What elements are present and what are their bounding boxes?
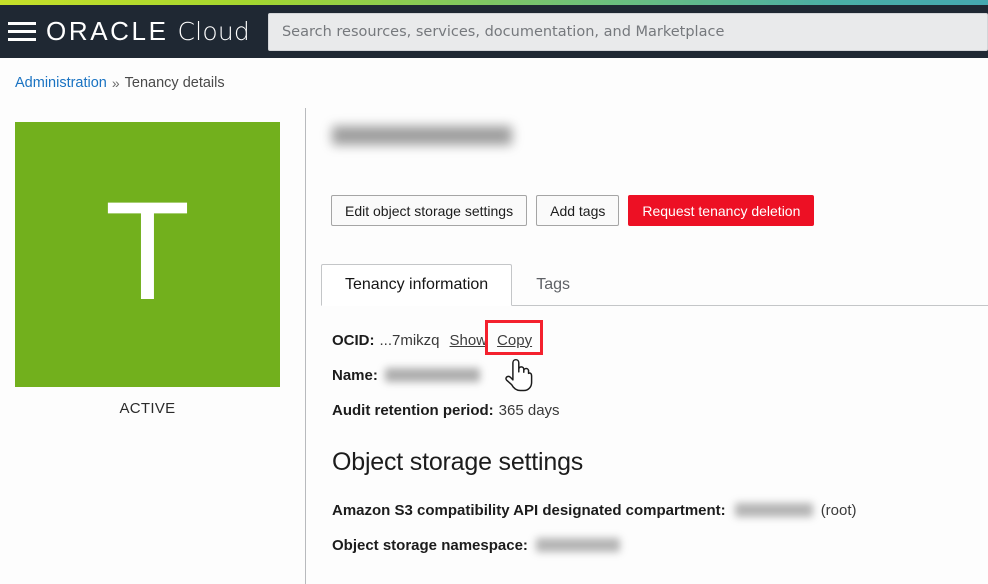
breadcrumb: Administration » Tenancy details [0, 58, 988, 108]
object-storage-namespace-row: Object storage namespace: [332, 535, 982, 555]
action-button-row: Edit object storage settings Add tags Re… [331, 195, 815, 226]
s3-compartment-label: Amazon S3 compatibility API designated c… [332, 501, 726, 519]
request-tenancy-deletion-button[interactable]: Request tenancy deletion [628, 195, 815, 226]
object-storage-settings-heading: Object storage settings [332, 448, 584, 476]
object-storage-namespace-redacted-value [535, 538, 620, 552]
audit-retention-label: Audit retention period: [332, 401, 494, 419]
breadcrumb-separator: » [111, 75, 120, 91]
edit-object-storage-settings-button[interactable]: Edit object storage settings [331, 195, 528, 226]
global-search-container [267, 12, 988, 51]
global-header: ORACLE Cloud [0, 5, 988, 58]
audit-retention-value: 365 days [498, 401, 560, 419]
ocid-row: OCID: ...7mikzq Show Copy [332, 319, 972, 355]
copy-ocid-link[interactable]: Copy [497, 332, 532, 349]
s3-compartment-root-suffix: (root) [820, 501, 857, 519]
s3-compartment-row: Amazon S3 compatibility API designated c… [332, 500, 982, 520]
object-storage-namespace-label: Object storage namespace: [332, 536, 528, 554]
tenancy-information-panel: OCID: ...7mikzq Show Copy Name: Audit re… [332, 319, 972, 435]
status-badge: ACTIVE [119, 400, 176, 417]
breadcrumb-current-tenancy-details: Tenancy details [124, 75, 225, 91]
brand-accent-strip [0, 0, 988, 5]
breadcrumb-link-administration[interactable]: Administration [15, 75, 107, 91]
tenancy-avatar: T [15, 122, 280, 387]
brand-oracle-text: ORACLE [46, 16, 169, 46]
tab-tenancy-information[interactable]: Tenancy information [321, 264, 513, 306]
copy-ocid-container: Copy [485, 319, 544, 355]
page-title-redacted-value [332, 126, 512, 145]
tenancy-summary-panel: T ACTIVE [0, 108, 306, 584]
s3-compartment-redacted-value [734, 503, 813, 517]
tab-tags[interactable]: Tags [512, 263, 594, 305]
page-title [332, 126, 532, 160]
audit-retention-row: Audit retention period: 365 days [332, 400, 972, 420]
tab-bar: Tenancy information Tags [321, 264, 988, 306]
oracle-cloud-tenancy-details-page: ORACLE Cloud Administration » Tenancy de… [0, 0, 988, 584]
object-storage-settings-rows: Amazon S3 compatibility API designated c… [332, 500, 982, 570]
avatar-letter: T [104, 171, 191, 329]
add-tags-button[interactable]: Add tags [536, 195, 620, 226]
tenancy-details-content: Edit object storage settings Add tags Re… [307, 108, 988, 584]
search-input[interactable] [267, 12, 988, 51]
name-redacted-value [384, 368, 480, 382]
name-row: Name: [332, 365, 972, 385]
ocid-label: OCID: [332, 331, 375, 349]
hamburger-menu-icon[interactable] [0, 5, 44, 58]
ocid-value: ...7mikzq [379, 331, 440, 349]
oracle-cloud-logo[interactable]: ORACLE Cloud [46, 16, 250, 47]
show-ocid-link[interactable]: Show [450, 332, 488, 349]
brand-cloud-text: Cloud [177, 17, 250, 46]
name-label: Name: [332, 366, 378, 384]
